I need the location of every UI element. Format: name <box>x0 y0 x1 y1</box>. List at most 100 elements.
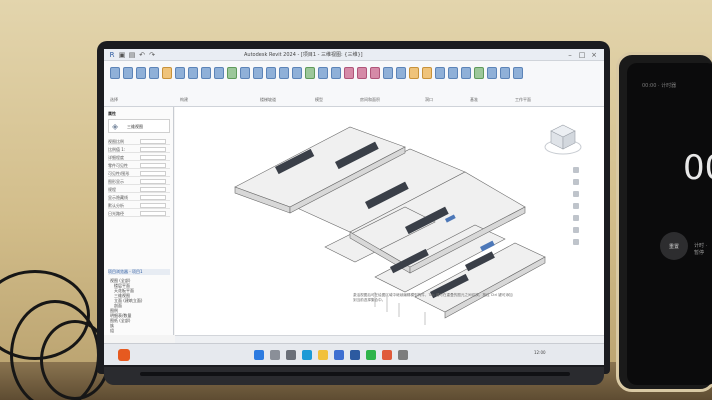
area-icon[interactable] <box>383 67 393 79</box>
type-selector[interactable]: ◈ 三维视图 <box>108 119 170 133</box>
property-row[interactable]: 视图比例 <box>108 139 170 145</box>
full-navigation-wheel-icon[interactable] <box>573 167 579 173</box>
door-tool-icon[interactable] <box>136 67 146 79</box>
window-title: Autodesk Revit 2024 - [项目1 - 三维视图: {三维}] <box>244 52 363 58</box>
wall-opening-icon[interactable] <box>435 67 445 79</box>
save-icon[interactable]: ▤ <box>128 51 136 59</box>
navigation-bar <box>571 167 581 277</box>
room-separator-icon[interactable] <box>357 67 367 79</box>
model-text-icon[interactable] <box>305 67 315 79</box>
revit-logo-icon[interactable]: R <box>108 51 116 59</box>
modify-tool-icon[interactable] <box>110 67 120 79</box>
tree-item[interactable]: 组 <box>110 328 114 334</box>
laptop-screen: R ▣ ▤ ↶ ↷ Autodesk Revit 2024 - [项目1 - 三… <box>104 49 604 365</box>
property-row[interactable]: 显示隐藏线 <box>108 195 170 201</box>
ramp-icon[interactable] <box>279 67 289 79</box>
phone <box>616 52 712 392</box>
properties-header: 属性 <box>108 111 116 116</box>
shaft-icon[interactable] <box>422 67 432 79</box>
property-row[interactable]: 可见性/图形 <box>108 171 170 177</box>
pan-icon[interactable] <box>573 179 579 185</box>
open-icon[interactable]: ▣ <box>118 51 126 59</box>
type-name: 三维视图 <box>127 124 143 129</box>
zoom-icon[interactable] <box>573 191 579 197</box>
title-bar: R ▣ ▤ ↶ ↷ Autodesk Revit 2024 - [项目1 - 三… <box>104 49 604 61</box>
taskview-icon[interactable] <box>286 350 296 360</box>
phone-right-label: 计时 · 暂停 <box>694 243 708 256</box>
curtain-grid-icon[interactable] <box>240 67 250 79</box>
model-line-icon[interactable] <box>318 67 328 79</box>
ribbon-group-label: 洞口 <box>425 97 433 102</box>
model-group-icon[interactable] <box>331 67 341 79</box>
project-browser-header: 项目浏览器 - 项目1 <box>108 269 170 275</box>
property-row[interactable]: 零件可见性 <box>108 163 170 169</box>
windows-taskbar: 12:00 <box>104 343 604 365</box>
show-work-plane-icon[interactable] <box>487 67 497 79</box>
viewer-icon[interactable] <box>513 67 523 79</box>
wall-tool-icon[interactable] <box>123 67 133 79</box>
curtain-system-icon[interactable] <box>227 67 237 79</box>
room-icon[interactable] <box>344 67 354 79</box>
store-icon[interactable] <box>334 350 344 360</box>
edge-icon[interactable] <box>302 350 312 360</box>
stair-icon[interactable] <box>292 67 302 79</box>
floor-tool-icon[interactable] <box>214 67 224 79</box>
column-tool-icon[interactable] <box>175 67 185 79</box>
area-boundary-icon[interactable] <box>396 67 406 79</box>
look-icon[interactable] <box>573 215 579 221</box>
ribbon-group-label: 房间和面积 <box>360 97 380 102</box>
window-tool-icon[interactable] <box>149 67 159 79</box>
property-row[interactable]: 默认分析 <box>108 203 170 209</box>
opening-by-face-icon[interactable] <box>409 67 419 79</box>
zoom-extents-icon[interactable] <box>573 239 579 245</box>
railing-icon[interactable] <box>266 67 276 79</box>
phone-timer-display: 00 <box>683 148 712 188</box>
maximize-icon[interactable]: □ <box>578 51 586 59</box>
tag-room-icon[interactable] <box>370 67 380 79</box>
property-row[interactable]: 比例值 1: <box>108 147 170 153</box>
viewcube[interactable] <box>543 119 583 159</box>
ribbon-group-label: 模型 <box>315 97 323 102</box>
ribbon-group-label: 选择 <box>110 97 118 102</box>
property-row[interactable]: 图形显示 <box>108 179 170 185</box>
start-icon[interactable] <box>254 350 264 360</box>
properties-panel: 属性 ◈ 三维视图 视图比例 比例值 1: 详细程度 零件可见性 可见性/图形 … <box>104 107 174 335</box>
roof-tool-icon[interactable] <box>188 67 198 79</box>
app-logo-icon[interactable] <box>118 349 130 361</box>
ribbon-group-label: 构建 <box>180 97 188 102</box>
redo-icon[interactable]: ↷ <box>148 51 156 59</box>
property-row[interactable]: 日光路径 <box>108 211 170 217</box>
chat-icon[interactable] <box>366 350 376 360</box>
cube-icon: ◈ <box>112 122 119 131</box>
laptop-hinge <box>140 372 570 376</box>
property-row[interactable]: 详细程度 <box>108 155 170 161</box>
level-icon[interactable] <box>448 67 458 79</box>
view-control-bar <box>175 335 604 343</box>
ribbon-group-label: 基准 <box>470 97 478 102</box>
explorer-icon[interactable] <box>318 350 328 360</box>
set-work-plane-icon[interactable] <box>474 67 484 79</box>
laptop-base <box>104 367 604 385</box>
ceiling-tool-icon[interactable] <box>201 67 211 79</box>
component-tool-icon[interactable] <box>162 67 172 79</box>
close-icon[interactable]: × <box>590 51 598 59</box>
ribbon-group-labels: 选择 构建 楼梯坡道 模型 房间和面积 洞口 基准 工作平面 <box>110 97 598 105</box>
steering-wheel-icon[interactable] <box>573 227 579 233</box>
phone-screen <box>627 63 712 385</box>
undo-icon[interactable]: ↶ <box>138 51 146 59</box>
orbit-icon[interactable] <box>573 203 579 209</box>
mail-icon[interactable] <box>382 350 392 360</box>
mullion-icon[interactable] <box>253 67 263 79</box>
revit-taskbar-icon[interactable] <box>350 350 360 360</box>
property-row[interactable]: 规程 <box>108 187 170 193</box>
minimize-icon[interactable]: – <box>566 51 574 59</box>
ribbon-group-label: 工作平面 <box>515 97 531 102</box>
grid-icon[interactable] <box>461 67 471 79</box>
search-icon[interactable] <box>270 350 280 360</box>
ref-plane-icon[interactable] <box>500 67 510 79</box>
ribbon-tool-strip <box>110 67 598 97</box>
settings-icon[interactable] <box>398 350 408 360</box>
phone-reset-button: 重置 <box>660 232 688 260</box>
drawing-canvas[interactable]: 激活视图后可在绘图区域中继续编辑模型构件，Tab 键可在重叠的图元之间切换，按住… <box>175 107 604 335</box>
ribbon-group-label: 楼梯坡道 <box>260 97 276 102</box>
